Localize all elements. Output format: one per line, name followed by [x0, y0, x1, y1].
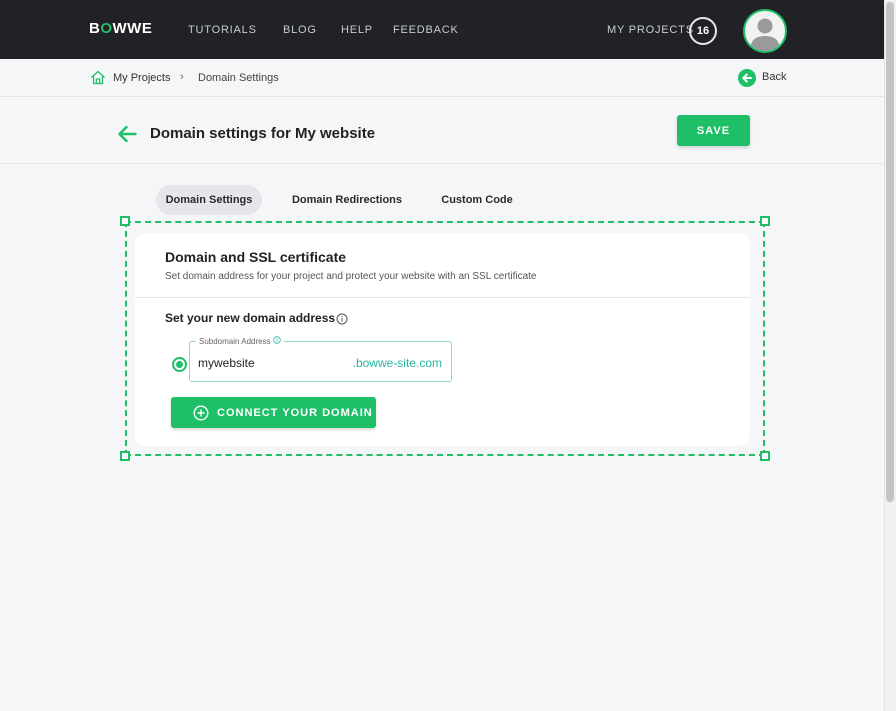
card-subtitle: Set domain address for your project and … [165, 271, 537, 282]
resize-handle-bottom-left[interactable] [120, 451, 130, 461]
page-header: Domain settings for My website SAVE [0, 97, 884, 164]
plus-circle-icon [193, 405, 209, 424]
subdomain-input[interactable]: Subdomain Address mywebsite .bowwe-site.… [189, 336, 452, 382]
nav-help[interactable]: HELP [341, 24, 373, 36]
bowwe-logo[interactable]: BOWWE [89, 20, 152, 37]
scrollbar-thumb[interactable] [886, 2, 894, 502]
logo-letters: WWE [112, 20, 153, 37]
avatar-user-icon [750, 18, 780, 51]
card-divider [135, 297, 750, 298]
subdomain-suffix: .bowwe-site.com [352, 356, 442, 370]
breadcrumb: My Projects › Domain Settings Back [0, 59, 884, 97]
back-arrow-icon[interactable] [738, 69, 756, 87]
avatar[interactable] [743, 9, 787, 53]
page-title: Domain settings for My website [150, 125, 376, 142]
resize-handle-top-right[interactable] [760, 216, 770, 226]
tab-custom-code[interactable]: Custom Code [432, 185, 522, 215]
breadcrumb-current: Domain Settings [198, 72, 279, 84]
field-info-icon[interactable] [273, 336, 281, 344]
domain-ssl-card: Domain and SSL certificate Set domain ad… [135, 233, 750, 446]
projects-count-badge[interactable]: 16 [689, 17, 717, 45]
nav-my-projects[interactable]: MY PROJECTS [607, 24, 694, 36]
connect-domain-button[interactable]: CONNECT YOUR DOMAIN [171, 397, 376, 428]
tab-domain-redirections[interactable]: Domain Redirections [283, 185, 411, 215]
info-icon[interactable] [336, 312, 348, 330]
arrow-left-icon[interactable] [117, 125, 137, 148]
logo-letter: B [89, 20, 101, 37]
home-icon[interactable] [90, 70, 106, 90]
chevron-right-icon: › [180, 71, 184, 83]
tab-domain-settings[interactable]: Domain Settings [156, 185, 262, 215]
nav-feedback[interactable]: FEEDBACK [393, 24, 459, 36]
breadcrumb-my-projects[interactable]: My Projects [113, 72, 170, 84]
subdomain-field-label: Subdomain Address [196, 336, 284, 346]
logo-letter-o: O [100, 20, 113, 37]
nav-tutorials[interactable]: TUTORIALS [188, 24, 257, 36]
card-title: Domain and SSL certificate [165, 249, 347, 265]
subdomain-radio[interactable] [172, 357, 187, 372]
subdomain-value[interactable]: mywebsite [198, 356, 255, 370]
resize-handle-top-left[interactable] [120, 216, 130, 226]
save-button[interactable]: SAVE [677, 115, 750, 146]
resize-handle-bottom-right[interactable] [760, 451, 770, 461]
back-link[interactable]: Back [762, 71, 786, 83]
set-domain-label: Set your new domain address [165, 311, 336, 325]
subdomain-field-label-text: Subdomain Address [199, 337, 271, 346]
nav-blog[interactable]: BLOG [283, 24, 317, 36]
top-navigation-bar: BOWWE TUTORIALS BLOG HELP FEEDBACK MY PR… [0, 0, 884, 59]
connect-domain-label: CONNECT YOUR DOMAIN [217, 407, 373, 419]
